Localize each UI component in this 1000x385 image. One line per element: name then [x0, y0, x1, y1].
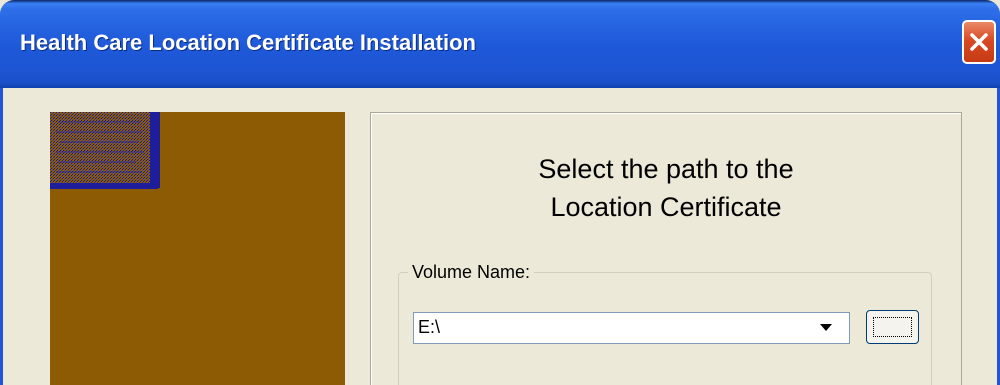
- volume-name-value: E:\: [418, 317, 441, 337]
- certificate-book-icon: [50, 112, 160, 189]
- volume-name-label: Volume Name:: [408, 262, 535, 283]
- instruction-line-2: Location Certificate: [550, 192, 782, 222]
- close-icon: [970, 33, 988, 51]
- chevron-down-icon[interactable]: [820, 324, 832, 331]
- window-title: Health Care Location Certificate Install…: [20, 30, 476, 55]
- window-border-left: [0, 88, 3, 385]
- close-button[interactable]: [962, 20, 996, 64]
- browse-focus-rect: [873, 317, 912, 337]
- instruction-heading: Select the path to the Location Certific…: [370, 150, 962, 226]
- title-bar[interactable]: Health Care Location Certificate Install…: [0, 0, 1000, 88]
- volume-name-combobox[interactable]: E:\: [413, 312, 850, 344]
- instruction-line-1: Select the path to the: [538, 154, 794, 184]
- browse-button[interactable]: [866, 310, 919, 344]
